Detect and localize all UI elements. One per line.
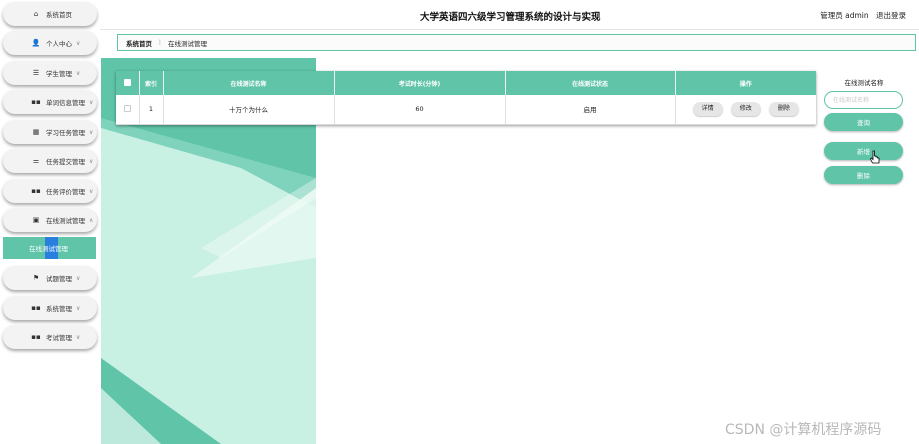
grid-icon: ▪▪ bbox=[31, 304, 41, 312]
hand-pointer-icon bbox=[870, 150, 880, 164]
sidebar-item-label: 任务评价管理 bbox=[46, 188, 85, 196]
detail-button[interactable]: 详情 bbox=[692, 102, 723, 117]
home-icon: ⌂ bbox=[33, 10, 39, 18]
add-button[interactable]: 新增 bbox=[824, 142, 903, 160]
column-header: 在线测试名称 bbox=[163, 71, 335, 95]
row-status: 启用 bbox=[505, 95, 676, 125]
page-title: 大学英语四六级学习管理系统的设计与实现 bbox=[420, 12, 601, 23]
sidebar-item-label: 系统首页 bbox=[46, 11, 72, 19]
sidebar-item-students[interactable]: ☰ 学生管理 ∨ bbox=[3, 61, 97, 85]
breadcrumb-separator-icon: ⋮ bbox=[157, 39, 163, 46]
list-icon: ☰ bbox=[32, 69, 40, 77]
column-header: 考试时长(分钟) bbox=[334, 71, 506, 95]
column-header: 索引 bbox=[139, 71, 164, 95]
clipboard-icon: ▣ bbox=[32, 216, 40, 224]
delete-row-button[interactable]: 删除 bbox=[768, 102, 799, 117]
search-button[interactable]: 查询 bbox=[824, 113, 903, 131]
row-actions: 详情 修改 删除 bbox=[675, 95, 816, 125]
chevron-down-icon: ∨ bbox=[89, 157, 94, 165]
search-input[interactable] bbox=[824, 91, 903, 109]
sidebar-item-label: 个人中心 bbox=[46, 40, 72, 48]
sidebar-item-system[interactable]: ▪▪ 系统管理 ∨ bbox=[3, 296, 97, 320]
table-row: 1 十万个为什么 60 启用 详情 修改 删除 bbox=[116, 95, 816, 125]
chevron-down-icon: ∨ bbox=[76, 333, 81, 341]
chevron-down-icon: ∨ bbox=[89, 187, 94, 195]
row-test-name: 十万个为什么 bbox=[163, 95, 335, 125]
app-root: ⌂ 系统首页 👤 个人中心 ∨ ☰ 学生管理 ∨ ▪▪ 单词信息管理 ∨ ▦ 学… bbox=[0, 0, 919, 444]
sidebar-item-label: 考试管理 bbox=[46, 334, 72, 342]
sidebar-item-label: 任务提交管理 bbox=[46, 158, 85, 166]
chevron-down-icon: ∨ bbox=[76, 274, 81, 282]
grid-icon: ▪▪ bbox=[31, 98, 41, 106]
chevron-up-icon: ∧ bbox=[89, 216, 94, 224]
search-field-label: 在线测试名称 bbox=[844, 79, 884, 87]
row-checkbox[interactable] bbox=[123, 104, 131, 112]
sidebar-item-words[interactable]: ▪▪ 单词信息管理 ∨ bbox=[3, 90, 97, 114]
sidebar-item-label: 在线测试管理 bbox=[46, 217, 85, 225]
chevron-down-icon: ∨ bbox=[76, 69, 81, 77]
sidebar-item-learning-tasks[interactable]: ▦ 学习任务管理 ∨ bbox=[3, 120, 97, 144]
sidebar-item-exams[interactable]: ▪▪ 考试管理 ∨ bbox=[3, 325, 97, 349]
chevron-down-icon: ∨ bbox=[76, 304, 81, 312]
select-all-cell bbox=[116, 71, 140, 95]
batch-delete-button[interactable]: 删除 bbox=[824, 166, 903, 184]
chevron-down-icon: ∨ bbox=[76, 39, 81, 47]
sidebar-item-label: 学生管理 bbox=[46, 70, 72, 78]
breadcrumb-current: 在线测试管理 bbox=[168, 39, 207, 48]
sidebar-item-questions[interactable]: ⚑ 试题管理 ∨ bbox=[3, 266, 97, 290]
flag-icon: ⚑ bbox=[32, 274, 40, 282]
top-header: 大学英语四六级学习管理系统的设计与实现 管理员 admin 退出登录 bbox=[100, 0, 919, 30]
column-header: 操作 bbox=[675, 71, 816, 95]
edit-button[interactable]: 修改 bbox=[730, 102, 761, 117]
sidebar-item-label: 单词信息管理 bbox=[46, 99, 85, 107]
row-select-cell bbox=[116, 95, 140, 125]
sidebar-item-task-submission[interactable]: ⚌ 任务提交管理 ∨ bbox=[3, 149, 97, 173]
chevron-down-icon: ∨ bbox=[89, 128, 94, 136]
sidebar-item-personal-center[interactable]: 👤 个人中心 ∨ bbox=[3, 31, 97, 55]
chevron-down-icon: ∨ bbox=[89, 98, 94, 106]
sidebar-item-home[interactable]: ⌂ 系统首页 bbox=[3, 2, 97, 26]
sidebar: ⌂ 系统首页 👤 个人中心 ∨ ☰ 学生管理 ∨ ▪▪ 单词信息管理 ∨ ▦ 学… bbox=[0, 0, 100, 444]
column-header: 在线测试状态 bbox=[505, 71, 676, 95]
table-icon: ▦ bbox=[32, 128, 40, 136]
grid-icon: ▪▪ bbox=[31, 187, 41, 195]
row-index: 1 bbox=[139, 95, 164, 125]
row-duration: 60 bbox=[334, 95, 506, 125]
sidebar-item-online-test[interactable]: ▣ 在线测试管理 ∧ bbox=[3, 208, 97, 232]
user-icon: 👤 bbox=[31, 39, 41, 47]
breadcrumb-home[interactable]: 系统首页 bbox=[126, 38, 152, 48]
sidebar-item-label: 系统管理 bbox=[46, 305, 72, 313]
sidebar-subitem-online-test-management[interactable]: 在线测试管理 bbox=[3, 237, 96, 259]
logout-link[interactable]: 退出登录 bbox=[876, 11, 906, 20]
sidebar-item-task-evaluation[interactable]: ▪▪ 任务评价管理 ∨ bbox=[3, 179, 97, 203]
sidebar-item-label: 学习任务管理 bbox=[46, 129, 85, 137]
username-label: 管理员 admin bbox=[820, 11, 869, 20]
data-table: 索引 在线测试名称 考试时长(分钟) 在线测试状态 操作 1 十万个为什么 60… bbox=[116, 71, 816, 125]
breadcrumb: 系统首页 ⋮ 在线测试管理 bbox=[117, 34, 916, 51]
table-header-row: 索引 在线测试名称 考试时长(分钟) 在线测试状态 操作 bbox=[116, 71, 816, 95]
sidebar-subitem-label: 在线测试管理 bbox=[29, 245, 68, 253]
watermark-text: CSDN @计算机程序源码 bbox=[725, 422, 882, 438]
sidebar-item-label: 试题管理 bbox=[46, 275, 72, 283]
select-all-checkbox[interactable] bbox=[123, 78, 131, 86]
sliders-icon: ⚌ bbox=[32, 157, 40, 165]
grid-icon: ▪▪ bbox=[31, 333, 41, 341]
user-area: 管理员 admin 退出登录 bbox=[820, 10, 906, 21]
